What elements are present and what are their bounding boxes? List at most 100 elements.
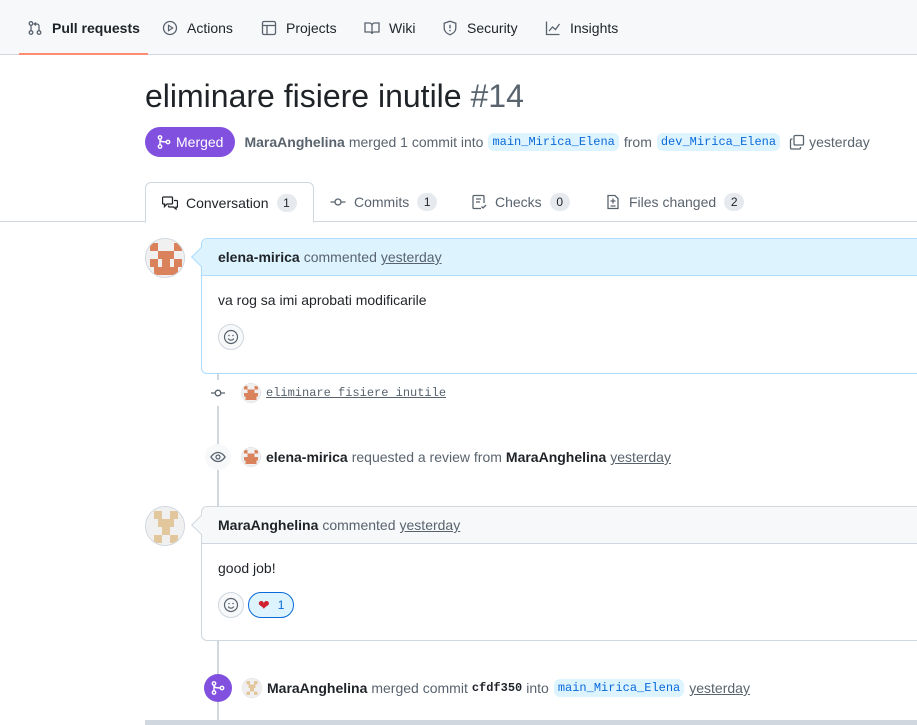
event-text: merged commit [371,680,468,696]
from-text: from [623,134,652,150]
comment-time[interactable]: yesterday [400,517,461,533]
comment-discussion-icon [162,195,178,210]
comment-header: MaraAnghelina commented yesterday [202,507,917,544]
base-branch[interactable]: main_Mirica_Elena [553,679,685,697]
tab-label: Pull requests [52,19,140,36]
add-reaction-button[interactable] [218,592,244,618]
event-author[interactable]: MaraAnghelina [267,680,367,696]
tab-actions[interactable]: Actions [162,0,233,55]
pull-request-icon [28,20,42,35]
identicon-mara [146,507,184,545]
status-badge: Merged [145,127,236,157]
shield-icon [443,20,457,35]
comment-time[interactable]: yesterday [381,249,442,265]
graph-icon [545,21,561,35]
commit-event: eliminare fisiere inutile [205,377,446,409]
avatar[interactable] [145,506,185,546]
tab-counter: 2 [724,193,745,211]
heart-icon: ❤ [258,596,270,613]
avatar[interactable] [241,447,261,467]
tab-pull-requests[interactable]: Pull requests [19,0,148,55]
head-branch[interactable]: dev_Mirica_Elena [656,133,781,151]
smiley-icon [223,597,239,613]
pr-meta: Merged MaraAnghelina merged 1 commit int… [145,127,870,157]
commit-message-link[interactable]: eliminare fisiere inutile [266,386,446,400]
tab-counter: 0 [549,193,570,211]
event-author[interactable]: elena-mirica [266,449,348,465]
identicon-elena-small [242,448,260,466]
tab-label: Wiki [389,19,416,36]
pr-number: #14 [470,78,524,114]
tab-label: Insights [570,19,619,36]
file-diff-icon [607,194,619,210]
tab-security[interactable]: Security [442,0,518,55]
identicon-elena-small [242,384,260,402]
pr-tabs: Conversation 1 Commits 1 Checks 0 Files … [0,182,917,223]
reaction-count: 1 [277,598,285,612]
tab-insights[interactable]: Insights [545,0,618,55]
comment-body: va rog sa imi aprobati modificarile [218,292,427,308]
git-commit-icon [211,389,225,397]
git-commit-icon [330,198,346,206]
comment-header: elena-mirica commented yesterday [202,239,917,276]
tab-checks[interactable]: Checks 0 [471,182,570,222]
tab-conversation[interactable]: Conversation 1 [145,182,314,223]
tab-label: Security [467,19,518,36]
comment-card: elena-mirica commented yesterday va rog … [191,238,917,374]
identicon-mara-small [243,679,261,697]
identicon-elena [146,239,184,277]
tab-counter: 1 [276,193,297,212]
merge-event: MaraAnghelina merged commit cfdf350 into… [204,672,750,704]
into-text: into [526,680,549,696]
git-merge-icon [157,135,171,149]
pr-time: yesterday [809,134,870,150]
comment-author[interactable]: MaraAnghelina [218,517,318,533]
tab-commits[interactable]: Commits 1 [330,182,438,222]
base-branch[interactable]: main_Mirica_Elena [488,133,619,151]
tab-label: Checks [495,194,542,210]
comment-author[interactable]: elena-mirica [218,249,300,265]
tab-label: Commits [354,194,410,210]
tab-files-changed[interactable]: Files changed 2 [605,182,745,222]
pr-author-link[interactable]: MaraAnghelina [244,134,344,150]
nav-edge [0,26,3,29]
repo-nav: Pull requests Actions Projects Wiki Secu… [0,0,917,55]
add-reaction-button[interactable] [218,324,244,350]
tab-wiki[interactable]: Wiki [364,0,415,55]
tab-label: Files changed [629,194,717,210]
tab-projects[interactable]: Projects [261,0,337,55]
commit-sha-link[interactable]: cfdf350 [472,681,522,695]
reactions: ❤ 1 [202,592,917,632]
comment-action: commented [303,249,377,265]
avatar[interactable] [241,383,261,403]
play-icon [162,20,178,35]
heart-reaction-button[interactable]: ❤ 1 [248,592,295,618]
commit-node [205,380,231,406]
tab-label: Actions [187,19,233,36]
event-reviewer[interactable]: MaraAnghelina [506,449,606,465]
comment-action: commented [322,517,396,533]
reactions [202,324,917,364]
event-time[interactable]: yesterday [689,680,750,696]
avatar[interactable] [145,238,185,278]
pr-summary: merged 1 commit into [348,134,484,150]
checklist-icon [472,194,487,210]
event-text: requested a review from [351,449,502,465]
copy-icon[interactable] [789,134,805,150]
status-label: Merged [176,134,224,150]
book-icon [364,21,380,34]
git-merge-icon [211,681,225,695]
tab-label: Conversation [186,194,269,211]
tab-label: Projects [286,19,337,36]
pr-title-text: eliminare fisiere inutile [145,78,462,114]
event-badge [205,444,231,470]
eye-icon [210,451,226,463]
smiley-icon [223,329,239,345]
merge-badge [204,674,232,702]
table-icon [261,20,277,35]
avatar[interactable] [242,678,262,698]
tab-counter: 1 [417,193,438,211]
review-request-event: elena-mirica requested a review from Mar… [205,441,671,473]
event-time[interactable]: yesterday [610,449,671,465]
page-title: eliminare fisiere inutile #14 [145,78,524,115]
